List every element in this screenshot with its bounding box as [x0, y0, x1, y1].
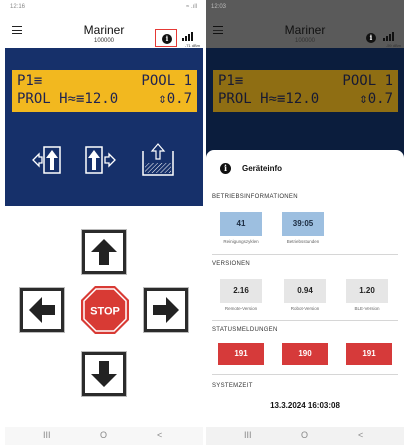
app-bar: Mariner 100000 i -71 dBm [5, 14, 203, 48]
divider [212, 374, 398, 375]
section-versions: VERSIONEN [212, 261, 251, 267]
status-time: 12:16 [10, 4, 26, 10]
stop-sign-icon: STOP [81, 286, 129, 334]
system-nav-bar: III O < [206, 427, 404, 445]
section-system-time: SYSTEMZEIT [212, 383, 253, 389]
info-icon: i [162, 34, 172, 44]
remote-version-value: 2.16 [220, 279, 262, 303]
robot-version-caption: Robot-Version [290, 306, 320, 311]
back-button[interactable]: < [358, 430, 363, 440]
cover-open-button[interactable] [25, 141, 67, 179]
home-button[interactable]: O [301, 430, 308, 440]
recents-button[interactable]: III [43, 430, 51, 440]
pool-level-button[interactable] [137, 141, 179, 179]
status-time: 12:03 [211, 4, 227, 10]
info-icon: i [366, 33, 376, 43]
move-right-button[interactable] [143, 287, 189, 333]
display-panel: P1≡ POOL 1 PROL H≈≡12.0 ⇕0.7 [5, 48, 203, 206]
lcd-row1-left: P1≡ [17, 73, 43, 89]
stop-button[interactable]: STOP [81, 286, 129, 334]
lcd-row2-right: ⇕0.7 [359, 91, 393, 107]
move-up-button[interactable] [81, 229, 127, 275]
section-operating-info: BETRIEBSINFORMATIONEN [212, 194, 298, 200]
section-status-messages: STATUSMELDUNGEN [212, 327, 278, 333]
robot-version-value: 0.94 [284, 279, 326, 303]
lcd-display: P1≡ POOL 1 PROL H≈≡12.0 ⇕0.7 [213, 70, 398, 112]
home-button[interactable]: O [100, 430, 107, 440]
divider [212, 320, 398, 321]
system-time-value: 13.3.2024 16:03:08 [270, 401, 340, 410]
info-button[interactable]: i [155, 29, 177, 47]
device-info-sheet: i Geräteinfo BETRIEBSINFORMATIONEN 41 Re… [206, 150, 404, 445]
arrows-in-icon [85, 146, 116, 174]
stop-label: STOP [90, 306, 120, 318]
signal-strength-icon [383, 32, 397, 41]
status-message-2: 190 [282, 343, 328, 365]
recents-button[interactable]: III [244, 430, 252, 440]
lcd-row1-right: POOL 1 [141, 73, 192, 89]
status-bar: 12:03 [206, 0, 404, 14]
back-button[interactable]: < [157, 430, 162, 440]
lcd-display: P1≡ POOL 1 PROL H≈≡12.0 ⇕0.7 [12, 70, 197, 112]
device-info-screen: 12:03 Mariner 100000 i -59 dBm P1≡ POOL 1… [206, 0, 404, 445]
move-left-button[interactable] [19, 287, 65, 333]
status-icons: ≈ .ıll [186, 4, 197, 10]
status-bar: 12:16 ≈ .ıll [5, 0, 203, 14]
info-button: i [360, 29, 382, 47]
system-nav-bar: III O < [5, 427, 203, 445]
cover-close-button[interactable] [81, 141, 123, 179]
arrow-down-icon [91, 361, 117, 387]
move-down-button[interactable] [81, 351, 127, 397]
cleaning-cycles-caption: Reinigungszyklen [223, 239, 259, 244]
info-icon: i [220, 163, 231, 174]
arrow-left-icon [29, 297, 55, 323]
remote-screen: 12:16 ≈ .ıll Mariner 100000 i -71 dBm P1… [5, 0, 203, 445]
status-message-1: 191 [218, 343, 264, 365]
arrow-up-icon [91, 239, 117, 265]
divider [212, 254, 398, 255]
cleaning-cycles-value: 41 [220, 212, 262, 236]
status-message-3: 191 [346, 343, 392, 365]
sheet-title: Geräteinfo [242, 164, 283, 173]
arrows-out-icon [32, 146, 61, 174]
signal-strength-icon [182, 32, 196, 41]
lcd-row2-left: PROL H≈≡12.0 [17, 91, 119, 107]
ble-version-caption: BLE-Version [354, 306, 380, 311]
arrow-right-icon [153, 297, 179, 323]
operating-hours-value: 39:05 [282, 212, 324, 236]
remote-version-caption: Remote-Version [224, 306, 258, 311]
lcd-row1-right: POOL 1 [342, 73, 393, 89]
lcd-row2-left: PROL H≈≡12.0 [218, 91, 320, 107]
operating-hours-caption: Betriebsstunden [286, 239, 320, 244]
app-bar: Mariner 100000 i -59 dBm [206, 14, 404, 48]
pool-fill-icon [142, 143, 174, 176]
lcd-row1-left: P1≡ [218, 73, 244, 89]
lcd-row2-right: ⇕0.7 [158, 91, 192, 107]
ble-version-value: 1.20 [346, 279, 388, 303]
